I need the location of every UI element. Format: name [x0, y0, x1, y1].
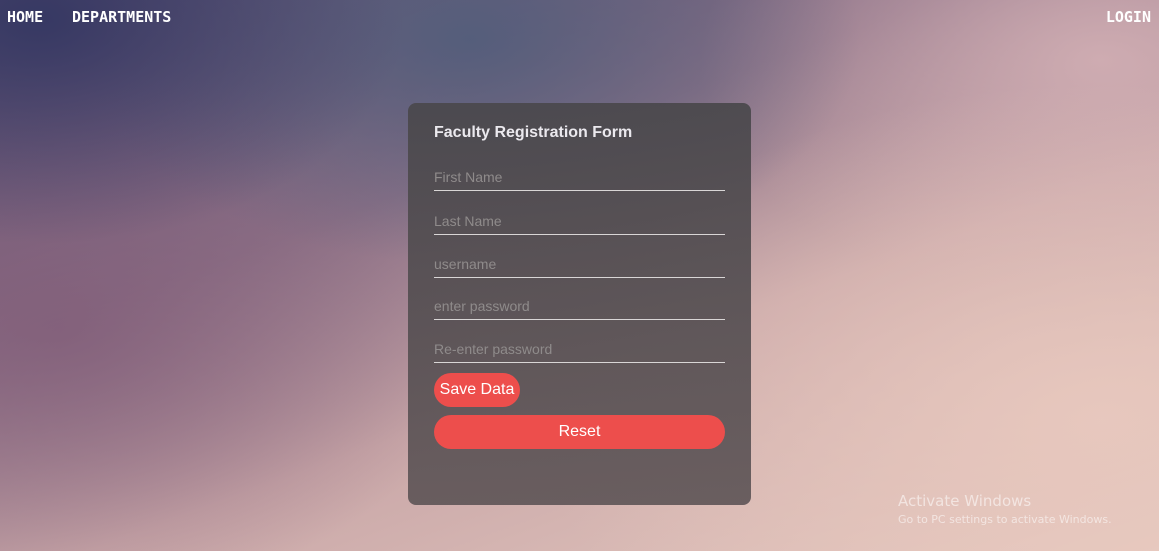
confirm-password-input[interactable]	[434, 335, 725, 363]
form-title: Faculty Registration Form	[434, 124, 633, 141]
username-input[interactable]	[434, 250, 725, 278]
reset-button[interactable]: Reset	[434, 415, 725, 449]
watermark-title: Activate Windows	[898, 492, 1032, 510]
watermark-subtitle: Go to PC settings to activate Windows.	[898, 513, 1112, 526]
password-input[interactable]	[434, 292, 725, 320]
save-data-button[interactable]: Save Data	[434, 373, 520, 407]
activate-windows-watermark: Activate Windows Go to PC settings to ac…	[898, 492, 1112, 528]
first-name-input[interactable]	[434, 163, 725, 191]
top-navigation: HOME DEPARTMENTS LOGIN	[0, 0, 1159, 34]
nav-home-link[interactable]: HOME	[7, 8, 43, 26]
nav-login-link[interactable]: LOGIN	[1106, 8, 1151, 26]
last-name-input[interactable]	[434, 207, 725, 235]
nav-departments-link[interactable]: DEPARTMENTS	[72, 8, 171, 26]
registration-form-card: Faculty Registration Form Save Data Rese…	[408, 103, 751, 505]
